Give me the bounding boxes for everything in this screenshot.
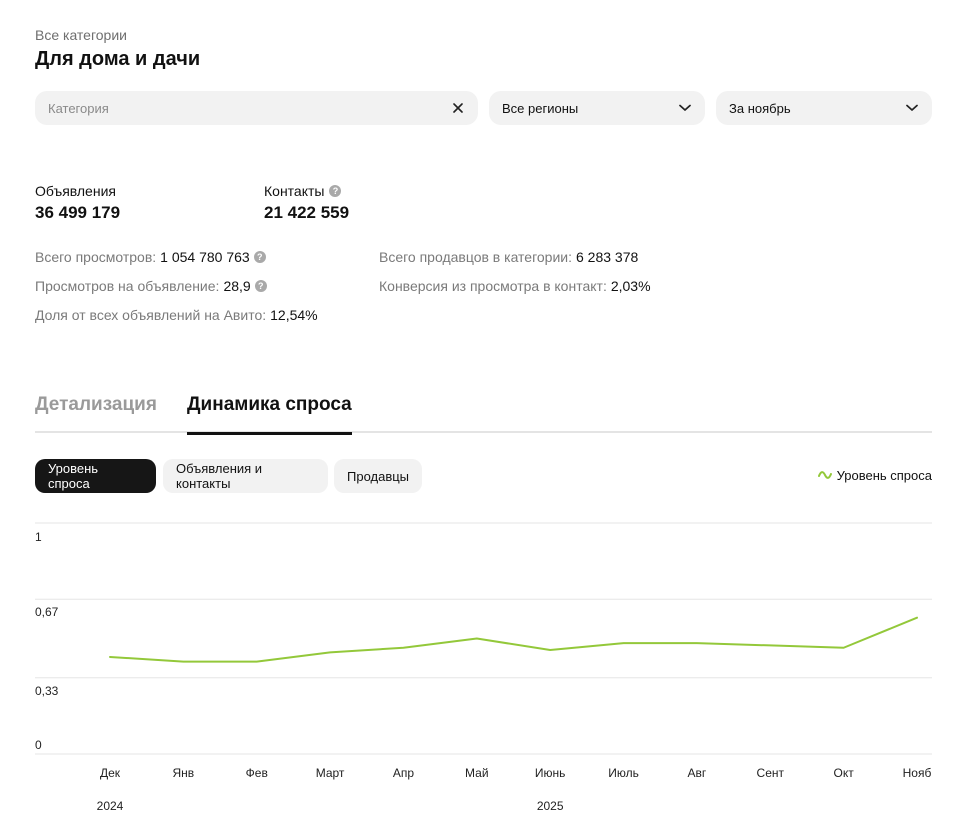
period-select[interactable]: За ноябрь	[716, 91, 932, 125]
chevron-down-icon	[678, 101, 692, 115]
stat-total-views-label: Всего просмотров:	[35, 249, 157, 265]
stat-sellers-value: 6 283 378	[576, 249, 639, 265]
help-icon[interactable]: ?	[253, 251, 266, 263]
x-tick-label: Дек	[100, 766, 121, 780]
y-tick-label: 0	[35, 738, 42, 752]
stat-share-label: Доля от всех объявлений на Авито:	[35, 307, 267, 323]
legend-line-icon	[817, 468, 832, 483]
stat-total-views-value: 1 054 780 763	[160, 249, 250, 265]
tab-demand-dynamics[interactable]: Динамика спроса	[187, 394, 352, 435]
legend-label: Уровень спроса	[836, 468, 932, 483]
y-tick-label: 0,33	[35, 684, 59, 698]
x-tick-label: Фев	[246, 766, 268, 780]
help-icon[interactable]: ?	[329, 185, 342, 197]
kpi-ads-label: Объявления	[35, 183, 116, 199]
x-tick-label: Март	[316, 766, 345, 780]
x-tick-label: Авг	[688, 766, 707, 780]
year-label: 2025	[537, 799, 564, 813]
period-select-value: За ноябрь	[729, 100, 791, 116]
chevron-down-icon	[905, 101, 919, 115]
x-tick-label: Окт	[834, 766, 855, 780]
region-select[interactable]: Все регионы	[489, 91, 705, 125]
segment-ads-contacts[interactable]: Объявления и контакты	[163, 459, 328, 493]
stat-conversion-label: Конверсия из просмотра в контакт:	[379, 278, 607, 294]
chart-legend: Уровень спроса	[817, 468, 932, 483]
kpi-ads-value: 36 499 179	[35, 203, 121, 222]
x-tick-label: Апр	[393, 766, 415, 780]
x-tick-label: Июль	[608, 766, 639, 780]
stat-share-value: 12,54%	[270, 307, 318, 323]
kpi-ads: Объявления 36 499 179	[35, 183, 120, 223]
y-tick-label: 1	[35, 530, 42, 544]
stat-conversion: Конверсия из просмотра в контакт: 2,03%	[379, 278, 651, 294]
help-icon[interactable]: ?	[254, 280, 267, 292]
tab-bar: Детализация Динамика спроса	[35, 394, 932, 435]
breadcrumb[interactable]: Все категории	[35, 27, 127, 43]
kpi-contacts: Контакты ? 21 422 559	[264, 183, 349, 223]
y-tick-label: 0,67	[35, 605, 59, 619]
category-placeholder: Категория	[48, 100, 109, 116]
kpi-contacts-value: 21 422 559	[264, 203, 350, 222]
segment-demand-level[interactable]: Уровень спроса	[35, 459, 156, 493]
kpi-contacts-label: Контакты	[264, 183, 325, 199]
page-title: Для дома и дачи	[35, 48, 201, 70]
stat-views-per-ad-value: 28,9	[223, 278, 251, 294]
stat-views-per-ad-label: Просмотров на объявление:	[35, 278, 220, 294]
stat-conversion-value: 2,03%	[610, 278, 651, 294]
year-label: 2024	[97, 799, 124, 813]
x-tick-label: Янв	[173, 766, 195, 780]
tab-details[interactable]: Детализация	[35, 394, 157, 433]
stat-total-views: Всего просмотров: 1 054 780 763 ?	[35, 249, 266, 265]
x-tick-label: Нояб	[903, 766, 932, 780]
stat-sellers-label: Всего продавцов в категории:	[379, 249, 572, 265]
x-tick-label: Сент	[757, 766, 785, 780]
demand-line-chart: 1 0,67 0,33 0 Дек Янв Фев Март Апр Май Июнь Июль Авг…	[35, 522, 932, 813]
clear-icon[interactable]	[451, 101, 465, 115]
x-tick-label: Май	[465, 766, 489, 780]
series-line	[109, 616, 918, 663]
segment-sellers[interactable]: Продавцы	[334, 459, 422, 493]
stat-sellers: Всего продавцов в категории: 6 283 378	[379, 249, 638, 265]
region-select-value: Все регионы	[502, 100, 579, 116]
x-tick-label: Июнь	[535, 766, 566, 780]
stat-views-per-ad: Просмотров на объявление: 28,9 ?	[35, 278, 267, 294]
category-filter[interactable]: Категория	[35, 91, 478, 125]
stat-share: Доля от всех объявлений на Авито: 12,54%	[35, 307, 318, 323]
